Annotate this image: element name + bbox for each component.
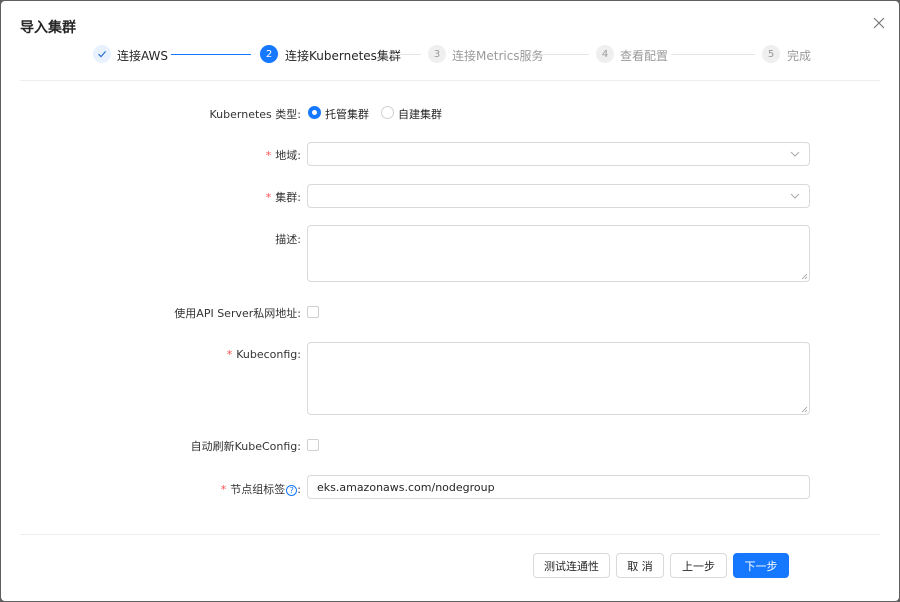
resize-grip-icon[interactable]: [800, 272, 808, 280]
footer-divider: [20, 534, 880, 535]
step-3-label: 连接Metrics服务: [452, 49, 544, 63]
step-connector-3: [541, 54, 589, 55]
step-5-number: 5: [762, 45, 780, 63]
description-label: 描述:: [275, 233, 301, 246]
radio-managed-label[interactable]: 托管集群: [325, 106, 369, 122]
check-icon: [93, 45, 111, 63]
auto-refresh-checkbox[interactable]: [307, 439, 319, 451]
private-endpoint-checkbox[interactable]: [307, 306, 319, 318]
cluster-select[interactable]: [307, 184, 810, 208]
step-4-label: 查看配置: [620, 49, 669, 63]
nodegroup-tag-label: * 节点组标签?:: [220, 483, 301, 496]
question-circle-icon[interactable]: ?: [286, 485, 298, 496]
step-connector-1: [171, 54, 251, 55]
step-1-label: 连接AWS: [117, 49, 169, 63]
kubeconfig-label: * Kubeconfig:: [226, 348, 301, 361]
step-connector-2: [389, 54, 421, 55]
header-divider: [20, 80, 880, 81]
import-cluster-dialog: 导入集群 连接AWS 2 连接Kubernetes集群 3 连接Metrics服…: [1, 1, 899, 601]
next-step-button[interactable]: 下一步: [733, 553, 789, 578]
cancel-button[interactable]: 取 消: [616, 553, 664, 578]
radio-self-built[interactable]: [381, 106, 394, 119]
dialog-title: 导入集群: [20, 20, 76, 36]
region-select[interactable]: [307, 142, 810, 166]
private-endpoint-label: 使用API Server私网地址:: [174, 307, 301, 320]
cluster-label: * 集群:: [265, 191, 301, 204]
step-2-number: 2: [260, 45, 278, 63]
prev-step-button[interactable]: 上一步: [670, 553, 727, 578]
auto-refresh-label: 自动刷新KubeConfig:: [190, 440, 301, 453]
step-3-number: 3: [428, 45, 446, 63]
nodegroup-tag-input[interactable]: eks.amazonaws.com/nodegroup: [307, 475, 810, 499]
k8s-type-label: Kubernetes 类型:: [209, 108, 301, 121]
radio-self-built-label[interactable]: 自建集群: [398, 106, 442, 122]
step-4-number: 4: [596, 45, 614, 63]
test-connectivity-button[interactable]: 测试连通性: [533, 553, 610, 578]
nodegroup-tag-value: eks.amazonaws.com/nodegroup: [317, 481, 495, 494]
kubeconfig-textarea[interactable]: [307, 342, 810, 415]
step-5-label: 完成: [787, 49, 812, 63]
steps-bar: 连接AWS 2 连接Kubernetes集群 3 连接Metrics服务 4 查…: [1, 44, 899, 66]
region-label: * 地域:: [265, 149, 301, 162]
step-connector-4: [671, 54, 755, 55]
close-icon[interactable]: [870, 14, 888, 32]
description-textarea[interactable]: [307, 225, 810, 282]
chevron-down-icon: [790, 193, 800, 199]
step-2-label: 连接Kubernetes集群: [285, 49, 401, 63]
radio-managed[interactable]: [308, 106, 321, 119]
chevron-down-icon: [790, 151, 800, 157]
resize-grip-icon[interactable]: [800, 405, 808, 413]
